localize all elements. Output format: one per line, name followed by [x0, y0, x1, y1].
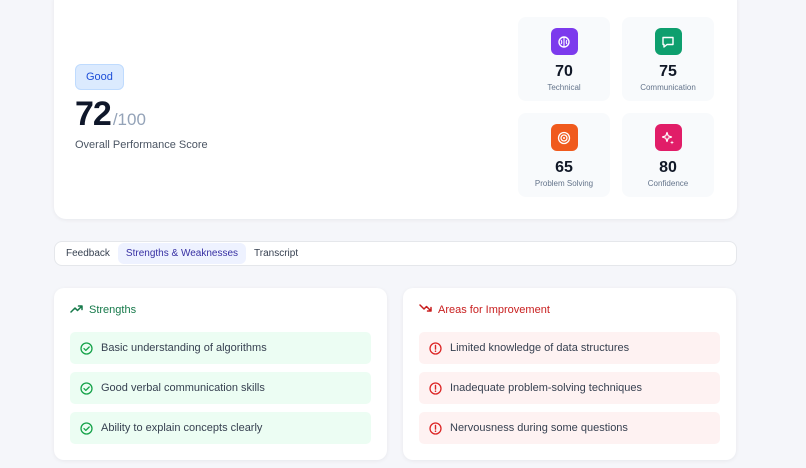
metric-problem-solving: 65 Problem Solving [518, 113, 610, 197]
trending-up-icon [70, 304, 83, 316]
brain-icon [550, 28, 578, 55]
trending-down-icon [419, 304, 432, 316]
overall-score: 72 /100 [75, 95, 146, 134]
alert-circle-icon [429, 381, 442, 395]
strength-item: Basic understanding of algorithms [70, 332, 371, 364]
improvement-item: Inadequate problem-solving techniques [419, 372, 720, 404]
metric-value: 65 [555, 159, 573, 176]
alert-circle-icon [429, 341, 442, 355]
improvement-text: Nervousness during some questions [450, 422, 628, 434]
improvement-item: Nervousness during some questions [419, 412, 720, 444]
strength-text: Basic understanding of algorithms [101, 342, 267, 354]
chat-icon [654, 28, 682, 55]
strengths-title: Strengths [70, 304, 136, 316]
improvement-text: Inadequate problem-solving techniques [450, 382, 643, 394]
metric-label: Problem Solving [534, 179, 594, 188]
tab-feedback[interactable]: Feedback [58, 243, 118, 264]
check-circle-icon [80, 421, 93, 435]
metric-value: 70 [555, 63, 573, 80]
score-label: Overall Performance Score [75, 139, 208, 151]
strengths-title-label: Strengths [89, 304, 137, 316]
score-value: 72 [75, 95, 112, 133]
improvement-item: Limited knowledge of data structures [419, 332, 720, 364]
improvement-text: Limited knowledge of data structures [450, 342, 630, 354]
metric-label: Confidence [647, 179, 689, 188]
metric-confidence: 80 Confidence [622, 113, 714, 197]
metric-label: Technical [547, 83, 581, 92]
metric-communication: 75 Communication [622, 17, 714, 101]
strength-item: Good verbal communication skills [70, 372, 371, 404]
metric-value: 75 [659, 63, 677, 80]
tab-transcript[interactable]: Transcript [246, 243, 306, 264]
strengths-panel: Strengths Basic understanding of algorit… [54, 288, 387, 460]
improvements-panel: Areas for Improvement Limited knowledge … [403, 288, 736, 460]
strength-text: Ability to explain concepts clearly [101, 422, 263, 434]
metric-label: Communication [640, 83, 696, 92]
target-icon [550, 124, 578, 151]
strength-item: Ability to explain concepts clearly [70, 412, 371, 444]
metric-value: 80 [659, 159, 677, 176]
improvements-title: Areas for Improvement [419, 304, 550, 316]
overall-score-card: Good 72 /100 Overall Performance Score 7… [54, 0, 737, 219]
score-max: /100 [112, 110, 146, 129]
alert-circle-icon [429, 421, 442, 435]
check-circle-icon [80, 341, 93, 355]
metric-technical: 70 Technical [518, 17, 610, 101]
rating-badge: Good [75, 64, 124, 90]
strength-text: Good verbal communication skills [101, 382, 265, 394]
sparkle-icon [654, 124, 682, 151]
check-circle-icon [80, 381, 93, 395]
tab-strengths-weaknesses[interactable]: Strengths & Weaknesses [117, 243, 247, 264]
results-tabs: Feedback Strengths & Weaknesses Transcri… [54, 241, 737, 266]
improvements-title-label: Areas for Improvement [438, 304, 550, 316]
